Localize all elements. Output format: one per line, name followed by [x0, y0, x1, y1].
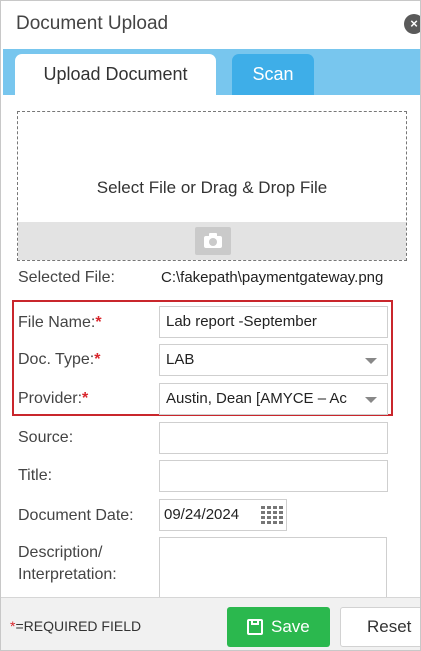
dropzone-toolbar [18, 222, 406, 260]
provider-select[interactable]: Austin, Dean [AMYCE – Ac [159, 383, 388, 415]
document-date-field[interactable]: 09/24/2024 [159, 499, 287, 531]
description-label-line2: Interpretation: [18, 566, 117, 583]
save-button-label: Save [271, 617, 310, 636]
doc-type-select[interactable]: LAB [159, 344, 388, 376]
tab-bar: Upload Document Scan [3, 49, 420, 95]
doc-type-label: Doc. Type:* [18, 351, 101, 368]
required-star: * [95, 314, 102, 331]
file-name-input[interactable]: Lab report -September [159, 306, 388, 338]
description-label-line1: Description/ [18, 544, 103, 561]
dialog-footer: *=REQUIRED FIELD Save Reset [1, 597, 420, 650]
title-input[interactable] [159, 460, 388, 492]
floppy-disk-icon [247, 619, 263, 635]
selected-file-label: Selected File: [18, 269, 115, 286]
chevron-down-icon [365, 397, 377, 403]
doc-type-value: LAB [166, 351, 195, 368]
camera-icon[interactable] [195, 227, 231, 255]
required-field-note: *=REQUIRED FIELD [10, 618, 142, 634]
title-label: Title: [18, 467, 53, 484]
file-name-label: File Name:* [18, 314, 102, 331]
dialog-title: Document Upload [16, 13, 169, 34]
source-label: Source: [18, 429, 74, 446]
tab-upload-document[interactable]: Upload Document [15, 54, 216, 95]
required-star: * [82, 390, 89, 407]
reset-button[interactable]: Reset [340, 607, 420, 647]
selected-file-value: C:\fakepath\paymentgateway.png [161, 269, 384, 286]
save-button[interactable]: Save [227, 607, 330, 647]
calendar-icon[interactable] [261, 506, 283, 525]
close-icon[interactable]: × [404, 14, 420, 34]
chevron-down-icon [365, 358, 377, 364]
document-date-input[interactable]: 09/24/2024 [164, 500, 239, 530]
required-star: * [94, 351, 101, 368]
dialog-titlebar: Document Upload × [1, 1, 420, 49]
tab-scan[interactable]: Scan [232, 54, 314, 95]
document-upload-dialog: Document Upload × Upload Document Scan S… [0, 0, 421, 651]
provider-label: Provider:* [18, 390, 89, 407]
description-textarea[interactable] [159, 537, 387, 601]
file-dropzone[interactable]: Select File or Drag & Drop File [17, 111, 407, 261]
provider-value: Austin, Dean [AMYCE – Ac [166, 390, 347, 407]
document-date-label: Document Date: [18, 507, 134, 524]
source-input[interactable] [159, 422, 388, 454]
dropzone-text: Select File or Drag & Drop File [96, 178, 328, 197]
